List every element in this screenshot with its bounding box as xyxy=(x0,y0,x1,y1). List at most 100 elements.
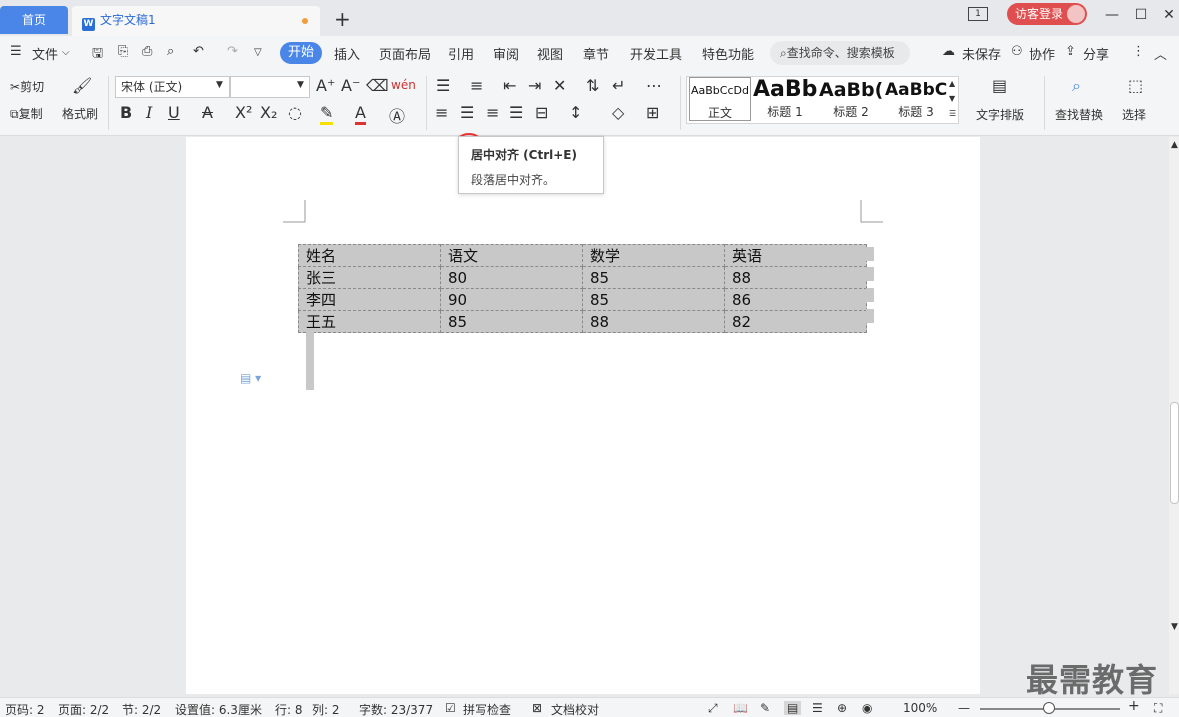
menu-tab-insert[interactable]: 插入 xyxy=(334,44,360,63)
chevron-down-icon[interactable]: ⌵ xyxy=(62,47,70,58)
menu-file[interactable]: 文件 xyxy=(32,44,58,63)
zoom-level-select[interactable]: 100% xyxy=(903,701,937,715)
table-cell[interactable]: 80 xyxy=(440,266,583,289)
window-layout-icon[interactable]: 1 xyxy=(968,7,988,21)
menu-tab-developer[interactable]: 开发工具 xyxy=(630,44,682,63)
menu-tab-page-layout[interactable]: 页面布局 xyxy=(379,44,431,63)
table-cell[interactable]: 张三 xyxy=(298,266,441,289)
text-effect-icon[interactable]: ◌ xyxy=(288,103,302,122)
fit-window-icon[interactable]: ⛶ xyxy=(1154,701,1162,716)
share-button[interactable]: 分享 xyxy=(1083,44,1109,63)
tab-home[interactable]: 首页 xyxy=(0,6,68,34)
page-view-icon[interactable]: ▤ xyxy=(784,701,802,715)
web-view-icon[interactable]: ⊕ xyxy=(837,701,847,715)
redo-icon[interactable]: ↷ xyxy=(227,44,238,59)
status-page-number[interactable]: 页码: 2 xyxy=(5,701,45,717)
convert-pdf-icon[interactable]: ⎘ xyxy=(118,44,128,59)
sort-icon[interactable]: ⇅ xyxy=(586,76,599,95)
show-marks-icon[interactable]: ↵ xyxy=(612,76,625,95)
clear-format-icon[interactable]: ⌫ xyxy=(366,76,389,95)
outline-view-icon[interactable]: ☰ xyxy=(812,701,823,715)
collab-button[interactable]: 协作 xyxy=(1029,44,1055,63)
command-search-input[interactable]: ⌕查找命令、搜索模板 xyxy=(770,41,910,65)
spell-check-button[interactable]: 拼写检查 xyxy=(463,701,511,717)
collapse-ribbon-icon[interactable]: ︿ xyxy=(1154,44,1167,63)
subscript-button[interactable]: X₂ xyxy=(260,103,277,122)
text-layout-icon[interactable]: ▤ xyxy=(992,76,1007,95)
table-cell[interactable]: 数学 xyxy=(582,244,725,267)
table-cell[interactable]: 85 xyxy=(582,266,725,289)
unsaved-button[interactable]: 未保存 xyxy=(962,44,1001,63)
format-painter-icon[interactable]: 🖌 xyxy=(72,76,92,95)
table-cell[interactable]: 85 xyxy=(582,288,725,311)
style-heading-2[interactable]: AaBb( 标题 2 xyxy=(819,77,883,123)
styles-up-icon[interactable]: ▲ xyxy=(949,79,955,88)
font-color-icon[interactable]: A xyxy=(355,103,366,125)
select-icon[interactable]: ⬚ xyxy=(1128,76,1143,95)
styles-down-icon[interactable]: ▼ xyxy=(949,94,955,103)
table-cell[interactable]: 李四 xyxy=(298,288,441,311)
table-cell[interactable]: 88 xyxy=(582,310,725,333)
decrease-font-icon[interactable]: A⁻ xyxy=(341,76,360,95)
tab-document[interactable]: W 文字文稿1 xyxy=(72,6,320,36)
table-cell[interactable]: 王五 xyxy=(298,310,441,333)
read-mode-icon[interactable]: 📖 xyxy=(733,701,748,715)
style-normal[interactable]: AaBbCcDd 正文 xyxy=(689,77,751,121)
menu-tab-review[interactable]: 审阅 xyxy=(493,44,519,63)
superscript-button[interactable]: X² xyxy=(235,103,252,122)
table-cell[interactable]: 语文 xyxy=(440,244,583,267)
bullet-list-icon[interactable]: ☰ xyxy=(436,76,450,95)
find-replace-icon[interactable]: ⌕ xyxy=(1072,76,1081,96)
scroll-down-icon[interactable]: ▼ xyxy=(1171,622,1178,632)
visitor-login-button[interactable]: 访客登录 xyxy=(1007,3,1087,25)
chinese-layout-icon[interactable]: ✕ xyxy=(553,76,566,95)
bold-button[interactable]: B xyxy=(120,103,132,122)
quick-access-more-icon[interactable]: ▽ xyxy=(254,47,262,58)
numbered-list-icon[interactable]: ≡ xyxy=(470,76,483,95)
fullscreen-icon[interactable]: ⤢ xyxy=(708,701,718,716)
justify-icon[interactable]: ☰ xyxy=(509,103,523,122)
format-painter-button[interactable]: 格式刷 xyxy=(62,105,98,122)
align-center-icon[interactable]: ☰ xyxy=(460,103,474,122)
paragraph-options-icon[interactable]: ▤ ▾ xyxy=(240,371,261,385)
align-right-icon[interactable]: ≡ xyxy=(486,103,499,122)
undo-icon[interactable]: ↶ xyxy=(193,44,204,59)
table-cell[interactable]: 85 xyxy=(440,310,583,333)
hamburger-icon[interactable]: ☰ xyxy=(10,44,22,59)
menu-tab-view[interactable]: 视图 xyxy=(537,44,563,63)
tab-stops-icon[interactable]: ⋯ xyxy=(646,76,662,95)
minimize-button[interactable]: — xyxy=(1097,0,1127,30)
menu-tab-references[interactable]: 引用 xyxy=(448,44,474,63)
text-layout-button[interactable]: 文字排版 xyxy=(976,106,1024,123)
increase-indent-icon[interactable]: ⇥ xyxy=(528,76,541,95)
font-name-select[interactable]: 宋体 (正文) xyxy=(115,76,230,98)
table-cell[interactable]: 82 xyxy=(724,310,867,333)
status-pages[interactable]: 页面: 2/2 xyxy=(58,701,109,717)
print-preview-icon[interactable]: ⌕ xyxy=(167,44,174,59)
menu-tab-special[interactable]: 特色功能 xyxy=(702,44,754,63)
select-button[interactable]: 选择 xyxy=(1122,106,1146,123)
find-replace-button[interactable]: 查找替换 xyxy=(1055,106,1103,123)
status-setting[interactable]: 设置值: 6.3厘米 xyxy=(175,701,262,717)
scroll-up-icon[interactable]: ▲ xyxy=(1171,140,1178,150)
write-mode-icon[interactable]: ✎ xyxy=(760,701,770,715)
underline-button[interactable]: U xyxy=(168,103,180,122)
styles-more-icon[interactable]: ☰ xyxy=(949,109,956,118)
strikethrough-icon[interactable]: A xyxy=(202,103,213,122)
style-heading-3[interactable]: AaBbC 标题 3 xyxy=(885,77,947,123)
phonetic-guide-icon[interactable]: wén xyxy=(391,78,416,92)
scrollbar-thumb[interactable] xyxy=(1170,402,1179,504)
increase-font-icon[interactable]: A⁺ xyxy=(316,76,335,95)
italic-button[interactable]: I xyxy=(146,103,152,122)
print-icon[interactable]: ⎙ xyxy=(142,44,152,59)
style-heading-1[interactable]: AaBb 标题 1 xyxy=(753,77,817,123)
menu-tab-chapter[interactable]: 章节 xyxy=(583,44,609,63)
score-table[interactable]: 姓名 语文 数学 英语 张三 80 85 88 李四 90 85 86 王五 8… xyxy=(298,244,867,333)
more-menu-icon[interactable]: ⋮ xyxy=(1132,44,1145,59)
cut-button[interactable]: ✂剪切 xyxy=(10,78,44,95)
char-border-icon[interactable]: Ⓐ xyxy=(389,103,405,127)
status-word-count[interactable]: 字数: 23/377 xyxy=(359,701,433,717)
zoom-out-button[interactable]: — xyxy=(958,701,970,715)
table-cell[interactable]: 姓名 xyxy=(298,244,441,267)
shading-icon[interactable]: ◇ xyxy=(612,103,624,122)
